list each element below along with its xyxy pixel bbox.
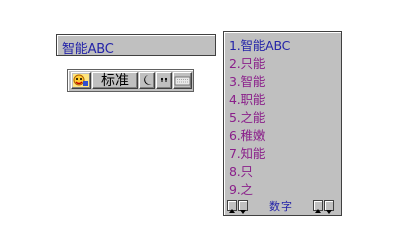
abc-ime-logo-icon[interactable] [71, 72, 91, 89]
crescent-moon-icon[interactable] [139, 72, 155, 89]
candidate-item[interactable]: 7.知能 [229, 145, 290, 163]
candidate-item[interactable]: 9.之 [229, 181, 290, 199]
candidate-footer: 数字 [227, 200, 339, 214]
candidate-item[interactable]: 2.只能 [229, 55, 290, 73]
composition-text: 智能ABC [62, 42, 114, 57]
candidate-item[interactable]: 8.只 [229, 163, 290, 181]
punctuation-icon[interactable] [156, 72, 172, 89]
candidate-item[interactable]: 6.稚嫩 [229, 127, 290, 145]
page-first-button[interactable] [227, 200, 237, 213]
page-last-button[interactable] [238, 200, 248, 214]
candidate-item[interactable]: 3.智能 [229, 73, 290, 91]
composition-window: 智能ABC [56, 34, 216, 57]
candidate-item[interactable]: 4.职能 [229, 91, 290, 109]
footer-mode-label: 数字 [269, 200, 293, 213]
candidate-list: 1.智能ABC 2.只能 3.智能 4.职能 5.之能 6.稚嫩 7.知能 8.只 9.之 [229, 37, 290, 199]
candidate-item[interactable]: 1.智能ABC [229, 37, 290, 55]
ime-status-bar[interactable]: 标准 [67, 69, 194, 92]
input-mode-button[interactable]: 标准 [92, 72, 138, 89]
page-up-button[interactable] [313, 200, 323, 213]
soft-keyboard-icon[interactable] [173, 72, 192, 89]
candidate-window: 1.智能ABC 2.只能 3.智能 4.职能 5.之能 6.稚嫩 7.知能 8.只 9.之 数字 [223, 31, 342, 216]
candidate-item[interactable]: 5.之能 [229, 109, 290, 127]
page-down-button[interactable] [324, 200, 334, 214]
